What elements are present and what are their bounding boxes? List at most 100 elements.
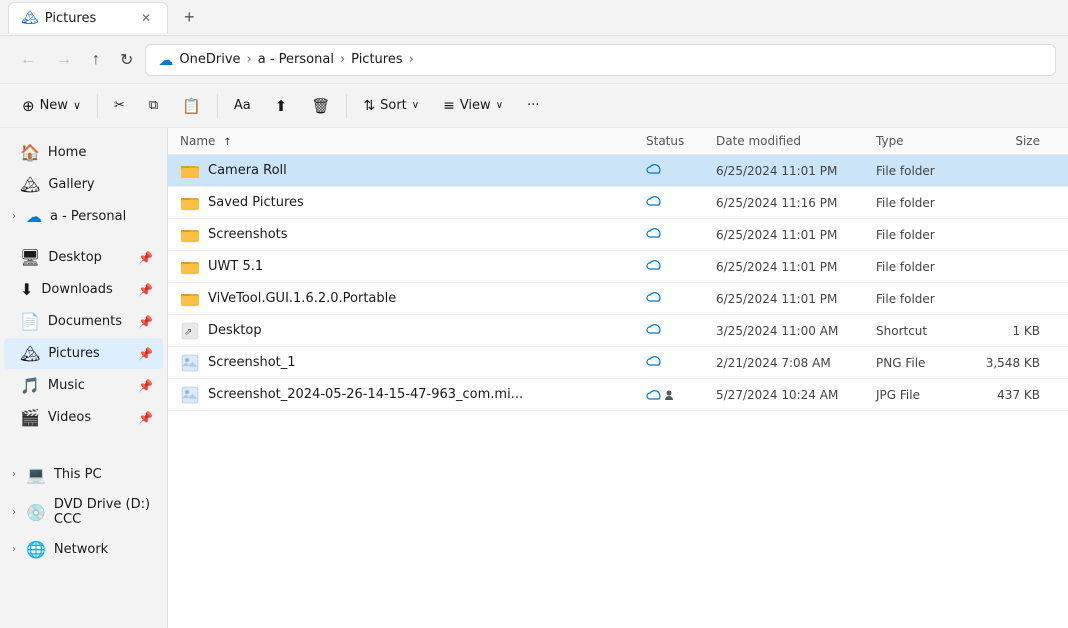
file-list-header: Name ↑ Status Date modified Type Size <box>168 128 1068 155</box>
onedrive-icon: ☁ <box>158 51 173 69</box>
file-row[interactable]: UWT 5.1 6/25/2024 11:01 PM File folder <box>168 251 1068 283</box>
file-name: Screenshots <box>208 227 646 242</box>
image-icon <box>180 353 200 373</box>
toolbar: ⊕ New ∨ ✂ ⧉ 📋 Aa ⬆ 🗑 ⇅ Sort ∨ ≡ View ∨ ·… <box>0 84 1068 128</box>
file-type: File folder <box>876 164 976 178</box>
file-row[interactable]: Screenshots 6/25/2024 11:01 PM File fold… <box>168 219 1068 251</box>
new-button[interactable]: ⊕ New ∨ <box>12 91 91 121</box>
cut-button[interactable]: ✂ <box>104 92 135 119</box>
sidebar-item-gallery[interactable]: 🏔 Gallery <box>4 169 163 200</box>
file-status-cloud <box>646 163 716 178</box>
copy-button[interactable]: ⧉ <box>139 92 168 119</box>
file-name: UWT 5.1 <box>208 259 646 274</box>
file-type: PNG File <box>876 356 976 370</box>
more-button[interactable]: ··· <box>517 92 549 119</box>
onedrive-personal-icon: ☁ <box>26 207 42 226</box>
file-status-cloud <box>646 355 716 370</box>
expand-this-pc-icon: › <box>12 469 16 480</box>
paste-button[interactable]: 📋 <box>172 91 211 121</box>
sidebar-item-documents[interactable]: 📄 Documents 📌 <box>4 306 163 337</box>
refresh-button[interactable]: ↻ <box>112 44 141 76</box>
file-name: Desktop <box>208 323 646 338</box>
sidebar-item-downloads[interactable]: ⬇ Downloads 📌 <box>4 274 163 305</box>
sidebar-item-home[interactable]: 🏠 Home <box>4 137 163 168</box>
file-status-cloud-user <box>646 389 716 401</box>
file-row[interactable]: Saved Pictures 6/25/2024 11:16 PM File f… <box>168 187 1068 219</box>
sidebar-item-a-personal[interactable]: › ☁ a - Personal <box>4 201 163 232</box>
tab-close-button[interactable]: ✕ <box>137 9 155 27</box>
sort-arrow-name: ↑ <box>223 137 231 148</box>
toolbar-separator-3 <box>346 94 347 118</box>
file-row[interactable]: ViVeTool.GUI.1.6.2.0.Portable 6/25/2024 … <box>168 283 1068 315</box>
active-tab[interactable]: 🏔 Pictures ✕ <box>8 2 168 33</box>
rename-button[interactable]: Aa <box>224 92 261 119</box>
file-status-cloud <box>646 259 716 274</box>
dvd-icon: 💿 <box>26 503 46 522</box>
file-date: 6/25/2024 11:01 PM <box>716 292 876 306</box>
column-header-date[interactable]: Date modified <box>716 134 876 148</box>
breadcrumb-onedrive[interactable]: OneDrive <box>179 52 240 67</box>
toolbar-separator-1 <box>97 94 98 118</box>
nav-bar: ← → ↑ ↻ ☁ OneDrive › a - Personal › Pict… <box>0 36 1068 84</box>
file-status-cloud <box>646 195 716 210</box>
sidebar-item-dvd[interactable]: › 💿 DVD Drive (D:) CCC <box>4 491 163 533</box>
sidebar-item-label: a - Personal <box>50 209 126 224</box>
file-row[interactable]: Screenshot_2024-05-26-14-15-47-963_com.m… <box>168 379 1068 411</box>
gallery-icon: 🏔 <box>20 175 40 194</box>
file-row[interactable]: ⇗ Desktop 3/25/2024 11:00 AM Shortcut 1 … <box>168 315 1068 347</box>
column-header-status[interactable]: Status <box>646 134 716 148</box>
sidebar-item-label: Pictures <box>48 346 99 361</box>
sidebar-item-pictures[interactable]: 🏔 Pictures 📌 <box>4 338 163 369</box>
file-size: 3,548 KB <box>976 356 1056 370</box>
file-name: Screenshot_2024-05-26-14-15-47-963_com.m… <box>208 387 646 402</box>
file-row[interactable]: Screenshot_1 2/21/2024 7:08 AM PNG File … <box>168 347 1068 379</box>
sidebar-item-desktop[interactable]: 🖥 Desktop 📌 <box>4 242 163 273</box>
this-pc-icon: 💻 <box>26 465 46 484</box>
delete-button[interactable]: 🗑 <box>301 91 340 121</box>
new-tab-button[interactable]: + <box>176 3 203 32</box>
file-date: 3/25/2024 11:00 AM <box>716 324 876 338</box>
file-type: File folder <box>876 228 976 242</box>
share-button[interactable]: ⬆ <box>265 91 298 121</box>
cloud-status-icon <box>646 195 662 207</box>
network-icon: 🌐 <box>26 540 46 559</box>
breadcrumb-personal[interactable]: a - Personal <box>258 52 334 67</box>
home-icon: 🏠 <box>20 143 40 162</box>
videos-icon: 🎬 <box>20 408 40 427</box>
folder-icon <box>180 225 200 245</box>
sort-button[interactable]: ⇅ Sort ∨ <box>353 92 429 120</box>
forward-button[interactable]: → <box>48 45 80 75</box>
pin-icon-documents: 📌 <box>138 315 153 329</box>
file-row[interactable]: Camera Roll 6/25/2024 11:01 PM File fold… <box>168 155 1068 187</box>
column-header-name[interactable]: Name ↑ <box>180 134 646 148</box>
sidebar-item-this-pc[interactable]: › 💻 This PC <box>4 459 163 490</box>
expand-icon: › <box>12 211 16 222</box>
column-header-type[interactable]: Type <box>876 134 976 148</box>
expand-network-icon: › <box>12 544 16 555</box>
column-header-size[interactable]: Size <box>976 134 1056 148</box>
file-name: Camera Roll <box>208 163 646 178</box>
downloads-icon: ⬇ <box>20 280 33 299</box>
sidebar-item-videos[interactable]: 🎬 Videos 📌 <box>4 402 163 433</box>
cloud-status-icon <box>646 227 662 239</box>
file-date: 6/25/2024 11:01 PM <box>716 164 876 178</box>
pin-icon-music: 📌 <box>138 379 153 393</box>
pictures-icon: 🏔 <box>20 344 40 363</box>
breadcrumb[interactable]: ☁ OneDrive › a - Personal › Pictures › <box>145 44 1056 76</box>
sidebar-item-network[interactable]: › 🌐 Network <box>4 534 163 565</box>
file-status-cloud <box>646 291 716 306</box>
file-date: 6/25/2024 11:16 PM <box>716 196 876 210</box>
breadcrumb-pictures[interactable]: Pictures <box>351 52 402 67</box>
view-button[interactable]: ≡ View ∨ <box>433 92 513 120</box>
back-button[interactable]: ← <box>12 45 44 75</box>
sidebar-item-label: Downloads <box>41 282 112 297</box>
up-button[interactable]: ↑ <box>84 45 108 75</box>
file-status-cloud <box>646 323 716 338</box>
pin-icon-videos: 📌 <box>138 411 153 425</box>
toolbar-separator-2 <box>217 94 218 118</box>
folder-icon <box>180 289 200 309</box>
sidebar-item-label: Videos <box>48 410 91 425</box>
file-name: Saved Pictures <box>208 195 646 210</box>
sidebar-item-music[interactable]: 🎵 Music 📌 <box>4 370 163 401</box>
file-type: File folder <box>876 292 976 306</box>
